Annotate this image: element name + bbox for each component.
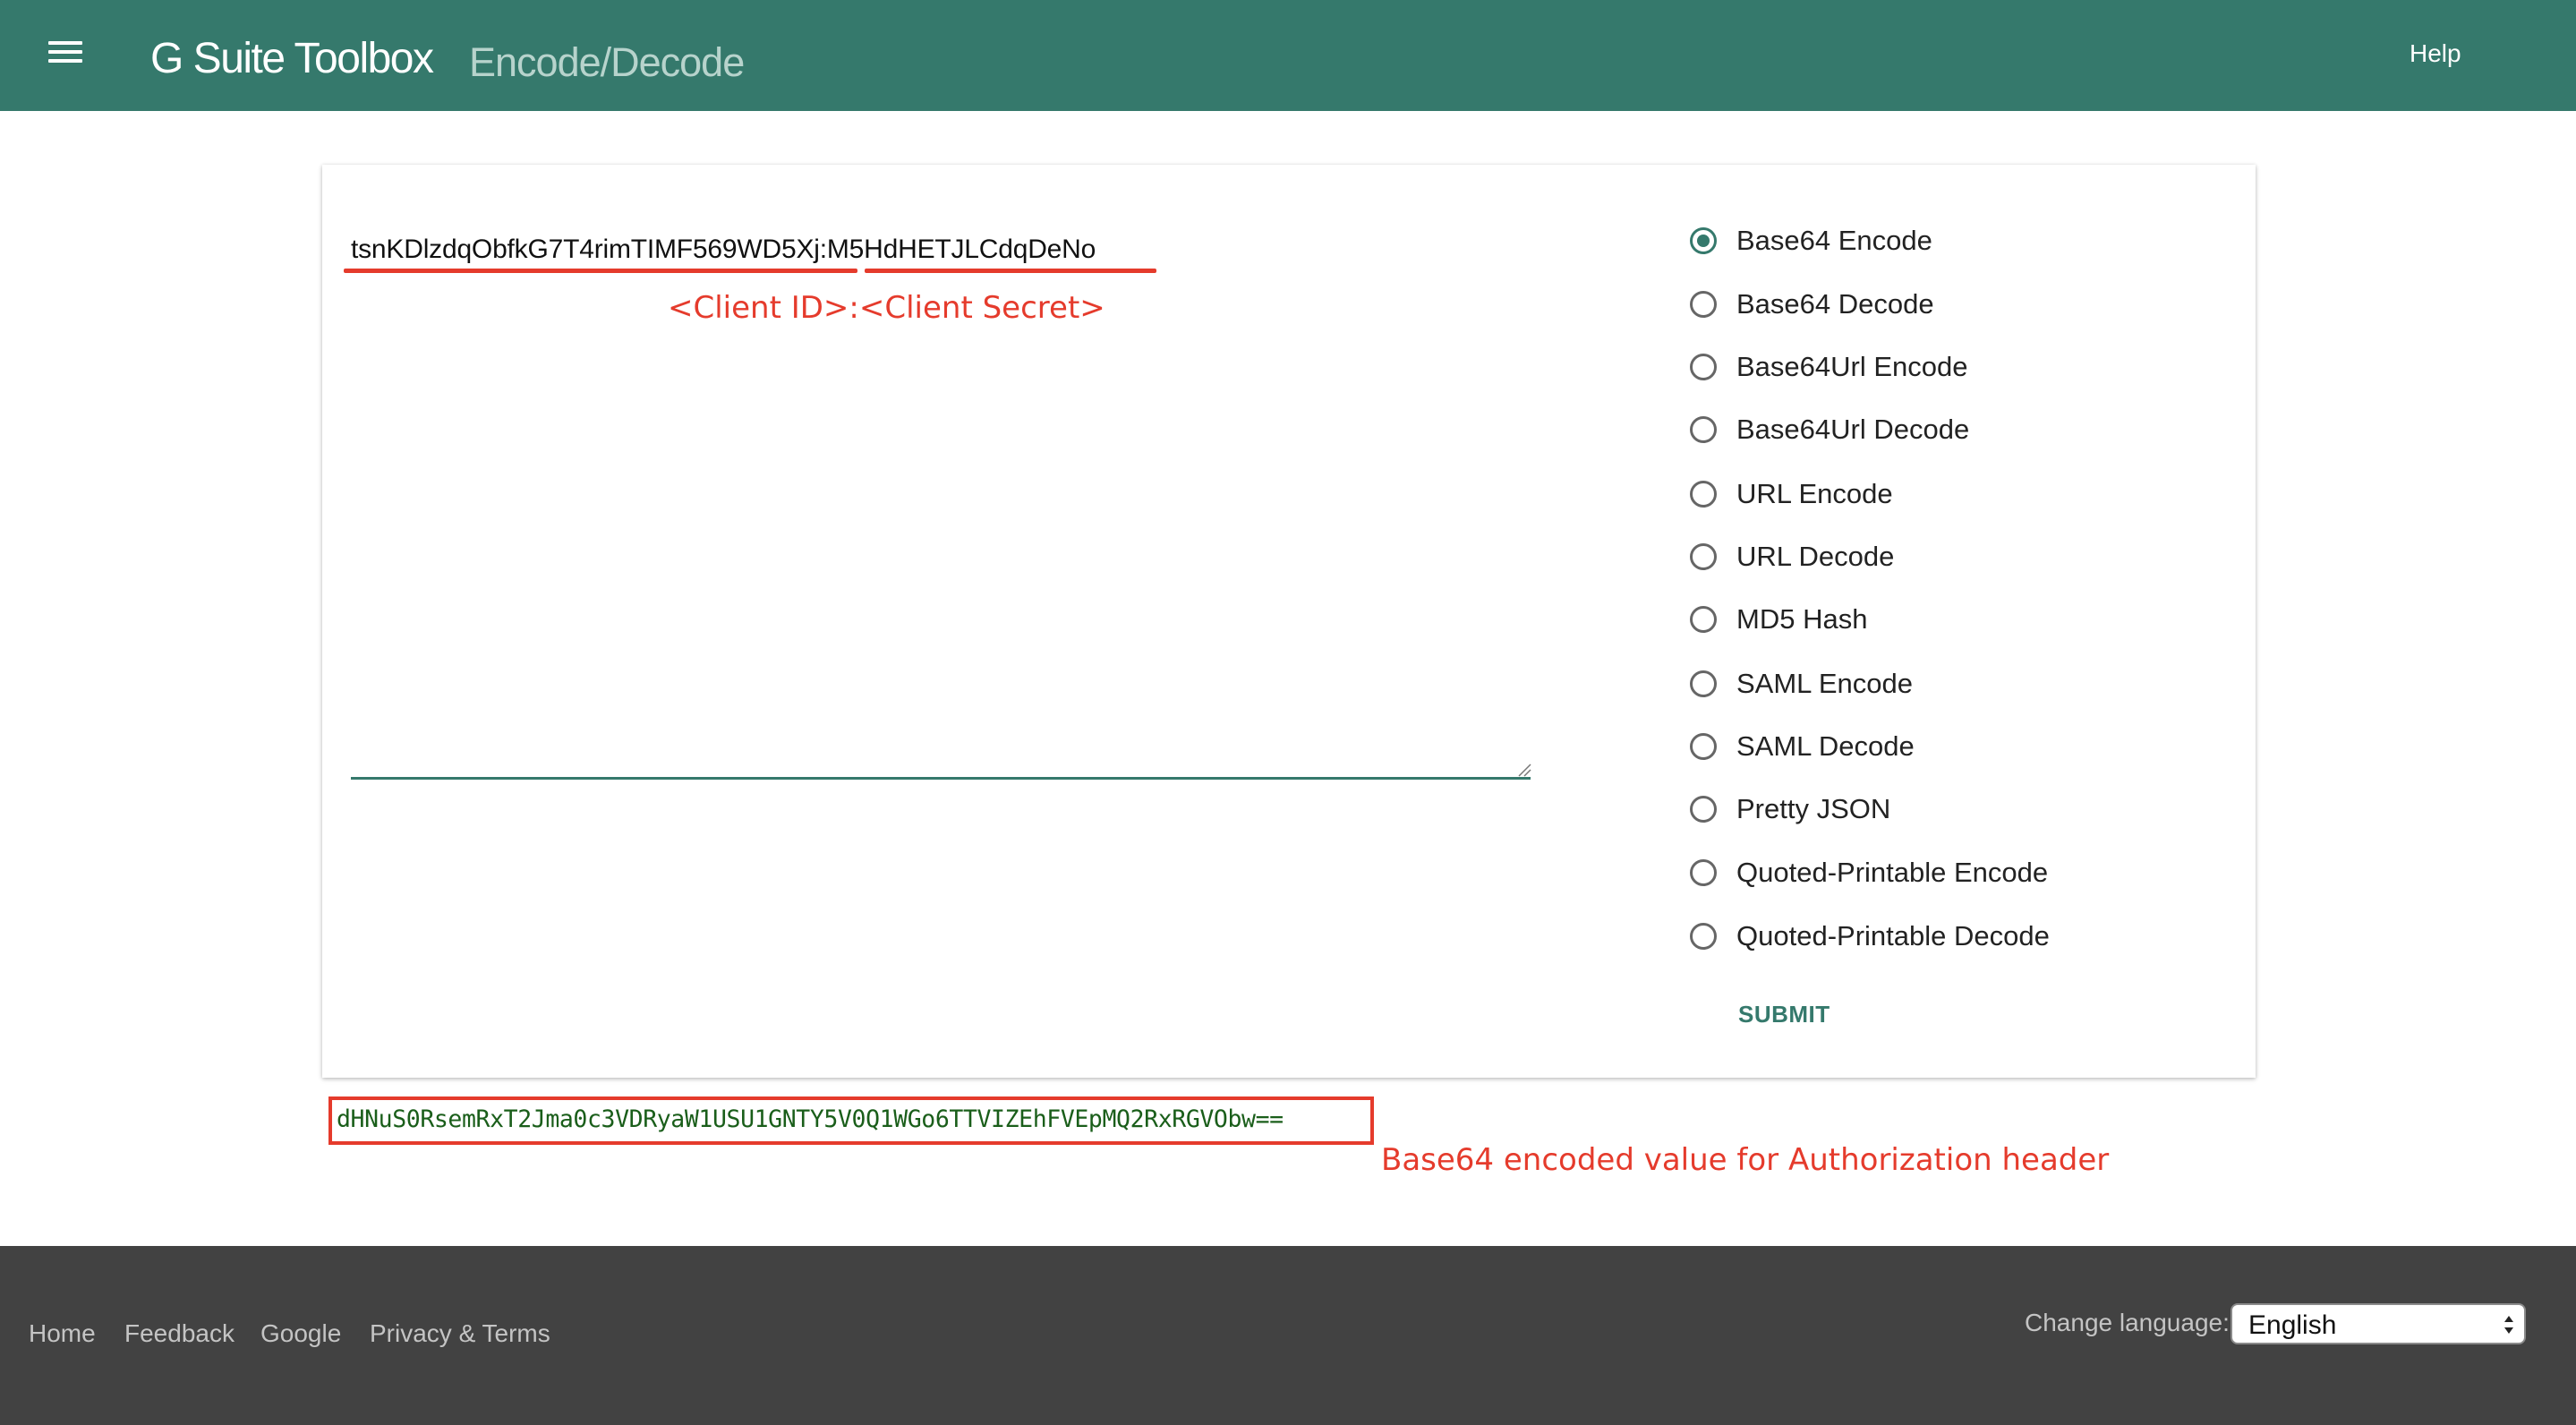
client-id-underline	[344, 269, 857, 273]
radio-unchecked-icon[interactable]	[1690, 354, 1717, 380]
radio-option[interactable]: URL Encode	[1690, 476, 1893, 512]
input-text-value: tsnKDlzdqObfkG7T4rimTIMF569WD5Xj:M5HdHET…	[351, 235, 1096, 265]
radio-unchecked-icon[interactable]	[1690, 859, 1717, 886]
client-secret-underline	[865, 269, 1156, 273]
output-value: dHNuS0RsemRxT2Jma0c3VDRyaW1USU1GNTY5V0Q1…	[337, 1105, 1284, 1133]
radio-unchecked-icon[interactable]	[1690, 733, 1717, 760]
select-arrows-icon	[2504, 1316, 2513, 1334]
radio-option[interactable]: URL Decode	[1690, 539, 1894, 575]
radio-option[interactable]: MD5 Hash	[1690, 602, 1867, 637]
radio-option[interactable]: Quoted-Printable Encode	[1690, 855, 2048, 891]
footer-link-home[interactable]: Home	[29, 1319, 96, 1348]
radio-option[interactable]: SAML Encode	[1690, 666, 1913, 702]
separator-text: :	[819, 235, 827, 264]
page-subtitle: Encode/Decode	[469, 39, 745, 85]
radio-unchecked-icon[interactable]	[1690, 670, 1717, 697]
top-app-bar: G Suite Toolbox Encode/Decode Help	[0, 0, 2576, 111]
radio-option-label: Base64 Encode	[1736, 225, 1932, 256]
footer-link-feedback[interactable]: Feedback	[124, 1319, 235, 1348]
radio-checked-icon[interactable]	[1690, 227, 1717, 254]
client-secret-text: M5HdHETJLCdqDeNo	[826, 235, 1096, 264]
radio-option-label: Pretty JSON	[1736, 793, 1891, 824]
resize-handle-icon[interactable]	[1517, 763, 1531, 777]
radio-unchecked-icon[interactable]	[1690, 291, 1717, 318]
change-language-label: Change language:	[2025, 1309, 2230, 1336]
help-link[interactable]: Help	[2410, 39, 2461, 68]
radio-option-label: MD5 Hash	[1736, 603, 1868, 635]
client-id-secret-annotation: <Client ID>:<Client Secret>	[668, 290, 1105, 326]
radio-unchecked-icon[interactable]	[1690, 543, 1717, 570]
radio-option-label: SAML Encode	[1736, 668, 1914, 699]
radio-unchecked-icon[interactable]	[1690, 481, 1717, 508]
radio-option[interactable]: Base64Url Encode	[1690, 349, 1968, 385]
footer-link-google[interactable]: Google	[260, 1319, 341, 1348]
radio-option[interactable]: SAML Decode	[1690, 729, 1915, 764]
output-annotation: Base64 encoded value for Authorization h…	[1381, 1142, 2110, 1178]
app-title: G Suite Toolbox	[150, 35, 434, 82]
client-id-text: tsnKDlzdqObfkG7T4rimTIMF569WD5Xj	[351, 235, 820, 264]
radio-option-label: URL Encode	[1736, 478, 1893, 509]
hamburger-menu-icon[interactable]	[48, 38, 82, 65]
radio-option[interactable]: Base64 Encode	[1690, 223, 1932, 259]
radio-option[interactable]: Base64 Decode	[1690, 286, 1934, 322]
radio-unchecked-icon[interactable]	[1690, 416, 1717, 443]
radio-option-label: Base64 Decode	[1736, 288, 1934, 320]
footer-link-privacy-terms[interactable]: Privacy & Terms	[370, 1319, 550, 1348]
radio-option[interactable]: Quoted-Printable Decode	[1690, 918, 2050, 954]
radio-option[interactable]: Base64Url Decode	[1690, 412, 1969, 448]
language-select[interactable]: English	[2231, 1303, 2526, 1344]
radio-option-label: URL Decode	[1736, 541, 1895, 572]
radio-unchecked-icon[interactable]	[1690, 606, 1717, 633]
radio-option-label: Base64Url Encode	[1736, 351, 1968, 382]
radio-option-label: Base64Url Decode	[1736, 414, 1970, 445]
radio-option[interactable]: Pretty JSON	[1690, 791, 1890, 827]
radio-option-label: Quoted-Printable Encode	[1736, 857, 2049, 888]
radio-option-label: Quoted-Printable Decode	[1736, 920, 2050, 951]
radio-option-label: SAML Decode	[1736, 730, 1915, 762]
radio-unchecked-icon[interactable]	[1690, 796, 1717, 823]
language-select-value: English	[2248, 1310, 2337, 1340]
submit-button[interactable]: SUBMIT	[1738, 1001, 1830, 1028]
radio-unchecked-icon[interactable]	[1690, 923, 1717, 950]
